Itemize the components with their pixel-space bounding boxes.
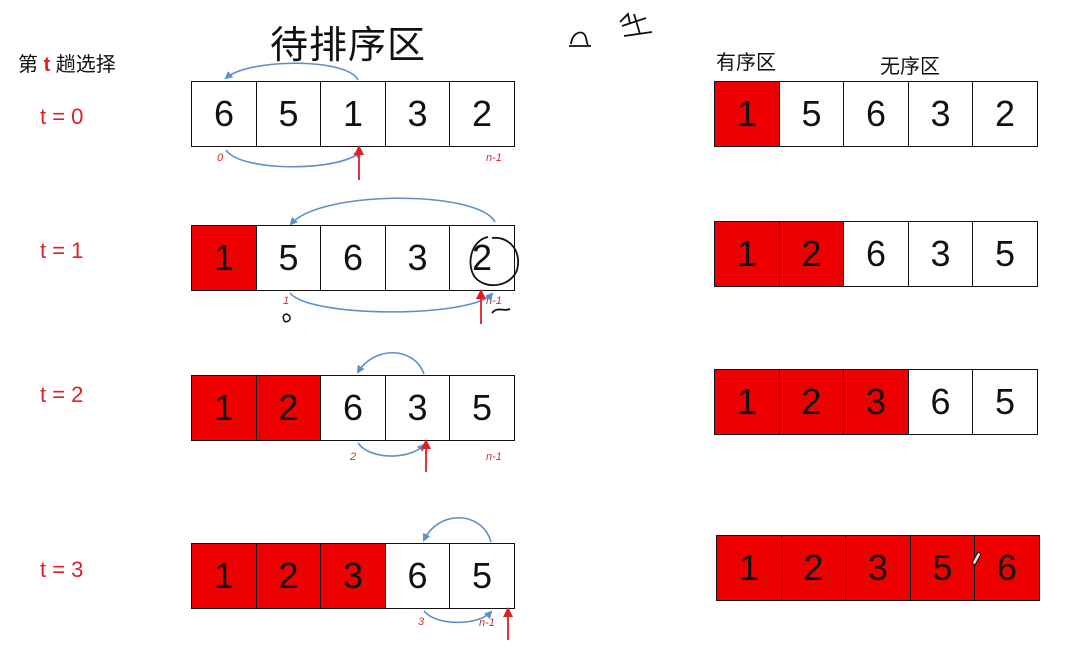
end-index-1: n-1 (486, 295, 502, 307)
right-cell: 6 (843, 221, 909, 287)
end-index-0: n-1 (486, 152, 502, 164)
scan-arrow-bottom-2 (357, 442, 426, 457)
start-index-3: 3 (418, 616, 425, 628)
right-cell: 6 (907, 369, 974, 435)
right-array-2: 1 2 3 6 5 (714, 369, 1038, 435)
right-cell: 3 (845, 535, 911, 601)
right-cell: 6 (843, 81, 909, 147)
swap-arrow-top-2 (356, 352, 425, 375)
right-cell: 2 (778, 221, 845, 287)
right-cell: 3 (907, 221, 974, 287)
left-array-1: 1 5 6 3 2 (191, 225, 515, 291)
right-cell: 3 (843, 369, 909, 435)
left-cell: 1 (191, 225, 257, 291)
left-cell: 5 (255, 81, 322, 147)
swap-arrow-top-1 (289, 197, 496, 226)
right-cell: 5 (972, 369, 1038, 435)
left-array-2: 1 2 6 3 5 (191, 375, 515, 441)
start-index-2: 2 (350, 451, 357, 463)
left-cell: 5 (449, 375, 515, 441)
right-cell: 1 (714, 221, 780, 287)
row-label-1: t = 1 (40, 238, 84, 263)
row-label-3: t = 3 (40, 557, 84, 582)
left-cell: 6 (320, 375, 386, 441)
page-title: 待排序区 (270, 25, 427, 67)
left-cell: 6 (191, 81, 257, 147)
right-cell: 5 (778, 81, 845, 147)
sorted-region-label: 有序区 (716, 52, 776, 74)
pass-label: 第 t 趟选择 (18, 48, 116, 77)
left-cell: 2 (449, 81, 515, 147)
left-cell: 6 (384, 543, 451, 609)
right-cell: 2 (778, 369, 845, 435)
swap-arrow-top-3 (422, 517, 492, 543)
unsorted-region-label: 无序区 (880, 56, 940, 78)
start-index-0: 0 (217, 152, 224, 164)
handwritten-scribble-mark (619, 12, 653, 37)
left-cell: 2 (255, 375, 322, 441)
scan-arrow-bottom-0 (225, 149, 362, 168)
pass-label-prefix: 第 (18, 54, 38, 76)
row-label-0: t = 0 (40, 104, 84, 129)
left-cell: 5 (255, 225, 322, 291)
left-cell: 1 (191, 375, 257, 441)
left-cell: 1 (191, 543, 257, 609)
row-label-2: t = 2 (40, 382, 84, 407)
left-cell: 5 (449, 543, 515, 609)
left-cell: 1 (320, 81, 386, 147)
right-cell: 1 (714, 81, 780, 147)
right-array-0: 1 5 6 3 2 (714, 81, 1038, 147)
right-array-3: 1 2 3 5 6 (716, 535, 1040, 601)
handwritten-tick-mark (491, 308, 511, 314)
end-index-3: n-1 (479, 617, 495, 629)
right-cell: 2 (972, 81, 1038, 147)
right-cell: 2 (780, 535, 847, 601)
end-index-2: n-1 (486, 451, 502, 463)
left-array-0: 6 5 1 3 2 (191, 81, 515, 147)
left-array-3: 1 2 3 6 5 (191, 543, 515, 609)
handwritten-n-mark (569, 31, 591, 47)
pass-label-var: t (43, 54, 51, 76)
right-cell: 6 (974, 535, 1040, 601)
left-cell: 3 (384, 225, 451, 291)
scan-arrow-bottom-1 (289, 292, 494, 313)
left-cell: 2 (255, 543, 322, 609)
start-index-1: 1 (283, 295, 290, 307)
right-cell: 5 (909, 535, 976, 601)
right-array-1: 1 2 6 3 5 (714, 221, 1038, 287)
right-cell: 1 (714, 369, 780, 435)
left-cell: 6 (320, 225, 386, 291)
handwritten-zero-mark (282, 313, 291, 323)
left-cell: 3 (384, 81, 451, 147)
right-cell: 5 (972, 221, 1038, 287)
left-cell: 3 (384, 375, 451, 441)
right-cell: 3 (907, 81, 974, 147)
right-cell: 1 (716, 535, 782, 601)
pass-label-suffix: 趟选择 (55, 54, 116, 76)
left-cell: 3 (320, 543, 386, 609)
left-cell: 2 (449, 225, 515, 291)
